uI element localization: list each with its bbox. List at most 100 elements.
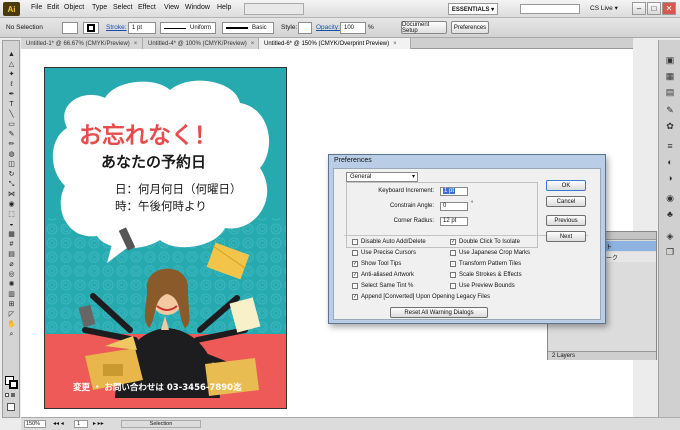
maximize-button[interactable]: □ <box>647 2 661 15</box>
checkbox-preview-bounds[interactable]: Use Preview Bounds <box>450 283 515 289</box>
menu-help[interactable]: Help <box>217 4 231 11</box>
symbols-icon[interactable]: ✿ <box>664 120 676 132</box>
keyboard-increment-field[interactable]: 1 pt <box>440 187 468 196</box>
stroke-color-box[interactable] <box>9 380 18 389</box>
transparency-icon[interactable]: ◑ <box>664 172 676 184</box>
stroke-swatch[interactable] <box>83 22 99 34</box>
next-artboard-icon[interactable]: ▸ ▸▸ <box>93 420 104 427</box>
close-icon[interactable]: × <box>251 41 255 47</box>
checkbox-japanese-crop-marks[interactable]: Use Japanese Crop Marks <box>450 250 530 256</box>
menu-edit[interactable]: Edit <box>47 4 59 11</box>
constrain-angle-field[interactable]: 0 <box>440 202 468 211</box>
tab-untitled-6[interactable]: Untitled-6* @ 150% (CMYK/Overprint Previ… <box>259 38 411 49</box>
width-tool-icon[interactable]: ⋈ <box>6 191 17 199</box>
close-button[interactable]: ✕ <box>662 2 676 15</box>
stroke-label[interactable]: Stroke: <box>106 24 127 31</box>
preferences-button[interactable]: Preferences <box>451 21 489 34</box>
checkbox-transform-pattern-tiles[interactable]: Transform Pattern Tiles <box>450 261 521 267</box>
profile-dropdown[interactable]: Uniform <box>160 22 216 34</box>
stroke-panel-icon[interactable]: ≡ <box>664 140 676 152</box>
section-dropdown[interactable]: General ▾ <box>346 172 418 182</box>
scale-icon[interactable]: ⤡ <box>6 181 17 189</box>
zoom-field[interactable]: 150% <box>24 420 46 428</box>
checkbox-scale-strokes[interactable]: Scale Strokes & Effects <box>450 272 522 278</box>
menu-file[interactable]: File <box>31 4 42 11</box>
tab-untitled-4[interactable]: Untitled-4* @ 100% (CMYK/Preview) × <box>143 38 259 49</box>
gradient-icon[interactable]: ▤ <box>6 251 17 259</box>
opacity-field[interactable]: 100 <box>340 22 366 34</box>
reset-warning-dialogs-button[interactable]: Reset All Warning Dialogs <box>390 307 488 318</box>
shape-builder-icon[interactable]: ◒ <box>6 221 17 229</box>
screen-mode-icon[interactable] <box>7 403 15 411</box>
close-icon[interactable]: × <box>134 41 138 47</box>
menu-select[interactable]: Select <box>113 4 132 11</box>
eyedropper-icon[interactable]: ⌀ <box>6 261 17 269</box>
corner-radius-field[interactable]: 12 pt <box>440 217 468 226</box>
blob-brush-icon[interactable]: ◍ <box>6 151 17 159</box>
color-panel-icon[interactable]: ▣ <box>664 54 676 66</box>
appearance-icon[interactable]: ◉ <box>664 192 676 204</box>
hand-tool-icon[interactable]: ✋ <box>6 321 17 329</box>
pen-tool-icon[interactable]: ✒ <box>6 91 17 99</box>
checkbox-disable-auto-add[interactable]: Disable Auto Add/Delete <box>352 239 426 245</box>
close-icon[interactable]: × <box>393 41 397 47</box>
style-swatch[interactable] <box>298 22 312 34</box>
opacity-label[interactable]: Opacity: <box>316 24 340 31</box>
layers-icon[interactable]: ◈ <box>664 230 676 242</box>
artboard-poster[interactable]: お忘れなく！ あなたの予約日 日：何月何日（何曜日） 時：午後何時より 変更 ・… <box>44 67 287 409</box>
lasso-icon[interactable]: ℓ <box>6 81 17 89</box>
fill-swatch[interactable] <box>62 22 78 34</box>
menu-object[interactable]: Object <box>64 4 84 11</box>
gradient-panel-icon[interactable]: ◐ <box>664 156 676 168</box>
pencil-icon[interactable]: ✏ <box>6 141 17 149</box>
tab-untitled-1[interactable]: Untitled-1* @ 66.67% (CMYK/Preview) × <box>21 38 143 49</box>
swatches-icon[interactable]: ▤ <box>664 86 676 98</box>
line-tool-icon[interactable]: ╲ <box>6 111 17 119</box>
symbol-sprayer-icon[interactable]: ✺ <box>6 281 17 289</box>
ok-button[interactable]: OK <box>546 180 586 191</box>
warp-icon[interactable]: ◉ <box>6 201 17 209</box>
artboards-icon[interactable]: ❒ <box>664 246 676 258</box>
menu-type[interactable]: Type <box>92 4 107 11</box>
prev-artboard-icon[interactable]: ◂◂ ◂ <box>53 420 64 427</box>
mesh-icon[interactable]: # <box>6 241 17 249</box>
blend-icon[interactable]: ◎ <box>6 271 17 279</box>
status-mode[interactable]: Selection <box>121 420 201 428</box>
selection-tool-icon[interactable]: ▲ <box>6 51 17 59</box>
bridge-buttons[interactable] <box>244 3 304 15</box>
checkbox-double-click-isolate[interactable]: ✓ Double Click To Isolate <box>450 239 520 245</box>
checkbox-precise-cursors[interactable]: Use Precise Cursors <box>352 250 416 256</box>
menu-window[interactable]: Window <box>185 4 210 11</box>
cancel-button[interactable]: Cancel <box>546 196 586 207</box>
gradient-mode-icon[interactable] <box>11 393 15 397</box>
eraser-icon[interactable]: ◫ <box>6 161 17 169</box>
artboard-tool-icon[interactable]: ⊞ <box>6 301 17 309</box>
graph-icon[interactable]: ▥ <box>6 291 17 299</box>
document-setup-button[interactable]: Document Setup <box>401 21 447 34</box>
menu-view[interactable]: View <box>164 4 179 11</box>
stroke-weight-field[interactable]: 1 pt <box>128 22 156 34</box>
rotate-icon[interactable]: ↻ <box>6 171 17 179</box>
checkbox-append-converted[interactable]: ✓ Append [Converted] Upon Opening Legacy … <box>352 294 490 300</box>
rectangle-tool-icon[interactable]: ▭ <box>6 121 17 129</box>
graphic-styles-icon[interactable]: ♣ <box>664 208 676 220</box>
checkbox-same-tint[interactable]: Select Same Tint % <box>352 283 413 289</box>
checkbox-show-tool-tips[interactable]: ✓ Show Tool Tips <box>352 261 401 267</box>
artboard-number-field[interactable]: 1 <box>74 420 88 428</box>
menu-effect[interactable]: Effect <box>138 4 156 11</box>
perspective-grid-icon[interactable]: ▦ <box>6 231 17 239</box>
brushes-icon[interactable]: ✎ <box>664 104 676 116</box>
direct-selection-tool-icon[interactable]: △ <box>6 61 17 69</box>
magic-wand-icon[interactable]: ✦ <box>6 71 17 79</box>
color-guide-icon[interactable]: ▦ <box>664 70 676 82</box>
workspace-switcher[interactable]: ESSENTIALS ▾ <box>448 3 498 15</box>
next-button[interactable]: Next <box>546 231 586 242</box>
paintbrush-icon[interactable]: ✎ <box>6 131 17 139</box>
color-mode-icon[interactable] <box>5 393 9 397</box>
brush-dropdown[interactable]: Basic <box>222 22 274 34</box>
previous-button[interactable]: Previous <box>546 215 586 226</box>
checkbox-anti-aliased[interactable]: ✓ Anti-aliased Artwork <box>352 272 414 278</box>
cs-live-menu[interactable]: CS Live ▾ <box>590 4 618 12</box>
zoom-tool-icon[interactable]: ⌕ <box>6 331 17 339</box>
type-tool-icon[interactable]: T <box>6 101 17 109</box>
